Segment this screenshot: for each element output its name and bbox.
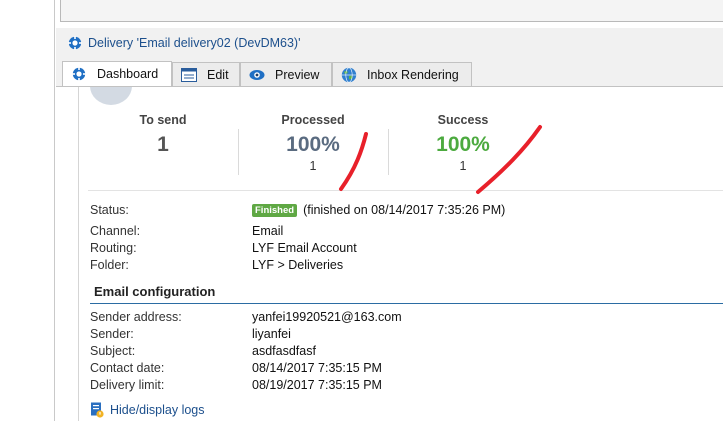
status-text: (finished on 08/14/2017 7:35:26 PM): [303, 203, 506, 217]
sender-label: Sender:: [90, 327, 134, 341]
globe-icon: [341, 67, 357, 83]
status-badge: Finished: [252, 204, 298, 218]
edit-icon: [181, 67, 197, 83]
kpi-label: Processed: [281, 113, 345, 127]
folder-value: LYF > Deliveries: [252, 258, 344, 272]
folder-label: Folder:: [90, 258, 129, 272]
kpi-success: Success 100% 1: [388, 113, 538, 173]
tab-label: Inbox Rendering: [367, 67, 459, 82]
toggle-logs-link[interactable]: Hide/display logs: [90, 401, 205, 419]
kpi-value: 100%: [286, 133, 340, 156]
kpi-strip: To send 1 Processed 100% 1 Success 100% …: [88, 113, 723, 191]
tab-label: Preview: [275, 67, 320, 82]
panel-divider: [78, 87, 79, 421]
channel-label: Channel:: [90, 224, 141, 238]
kpi-count: 1: [459, 159, 467, 173]
status-label: Status:: [90, 203, 129, 217]
section-title: Email configuration: [94, 284, 216, 299]
sender-address-value: yanfei19920521@163.com: [252, 310, 402, 324]
toggle-logs-label: Hide/display logs: [110, 403, 205, 417]
contact-date-label: Contact date:: [90, 361, 165, 375]
channel-value: Email: [252, 224, 284, 238]
window-title: Delivery 'Email delivery02 (DevDM63)': [88, 36, 301, 50]
top-panel: [60, 0, 723, 22]
subject-value: asdfasdfasf: [252, 344, 316, 358]
tab-inbox-rendering[interactable]: Inbox Rendering: [332, 62, 472, 86]
kpi-processed: Processed 100% 1: [238, 113, 388, 173]
kpi-to-send: To send 1: [88, 113, 238, 157]
kpi-value: 1: [157, 133, 169, 156]
tab-preview[interactable]: Preview: [240, 62, 332, 86]
tab-dashboard[interactable]: Dashboard: [62, 61, 172, 86]
kpi-label: Success: [437, 113, 489, 127]
delivery-limit-label: Delivery limit:: [90, 378, 165, 392]
delivery-icon: [68, 36, 82, 50]
tab-bar: Dashboard Edit Preview Inbox Rendering: [56, 58, 723, 86]
logs-icon: [91, 402, 104, 418]
subject-label: Subject:: [90, 344, 136, 358]
routing-label: Routing:: [90, 241, 137, 255]
eye-icon: [249, 67, 265, 83]
left-divider: [54, 0, 55, 421]
contact-date-value: 08/14/2017 7:35:15 PM: [252, 361, 382, 375]
routing-value: LYF Email Account: [252, 241, 357, 255]
dashboard-icon: [71, 66, 87, 82]
dashboard-panel: To send 1 Processed 100% 1 Success 100% …: [56, 86, 723, 421]
delivery-limit-value: 08/19/2017 7:35:15 PM: [252, 378, 382, 392]
kpi-count: 1: [309, 159, 317, 173]
kpi-label: To send: [139, 113, 187, 127]
window-title-bar: Delivery 'Email delivery02 (DevDM63)': [56, 28, 723, 58]
sender-address-label: Sender address:: [90, 310, 182, 324]
tab-edit[interactable]: Edit: [172, 62, 240, 86]
tab-label: Dashboard: [97, 67, 159, 81]
tab-label: Edit: [207, 67, 229, 82]
status-value: Finished (finished on 08/14/2017 7:35:26 …: [252, 203, 506, 218]
sender-value: liyanfei: [252, 327, 291, 341]
kpi-value: 100%: [436, 133, 490, 156]
email-configuration-header: Email configuration: [90, 284, 723, 304]
